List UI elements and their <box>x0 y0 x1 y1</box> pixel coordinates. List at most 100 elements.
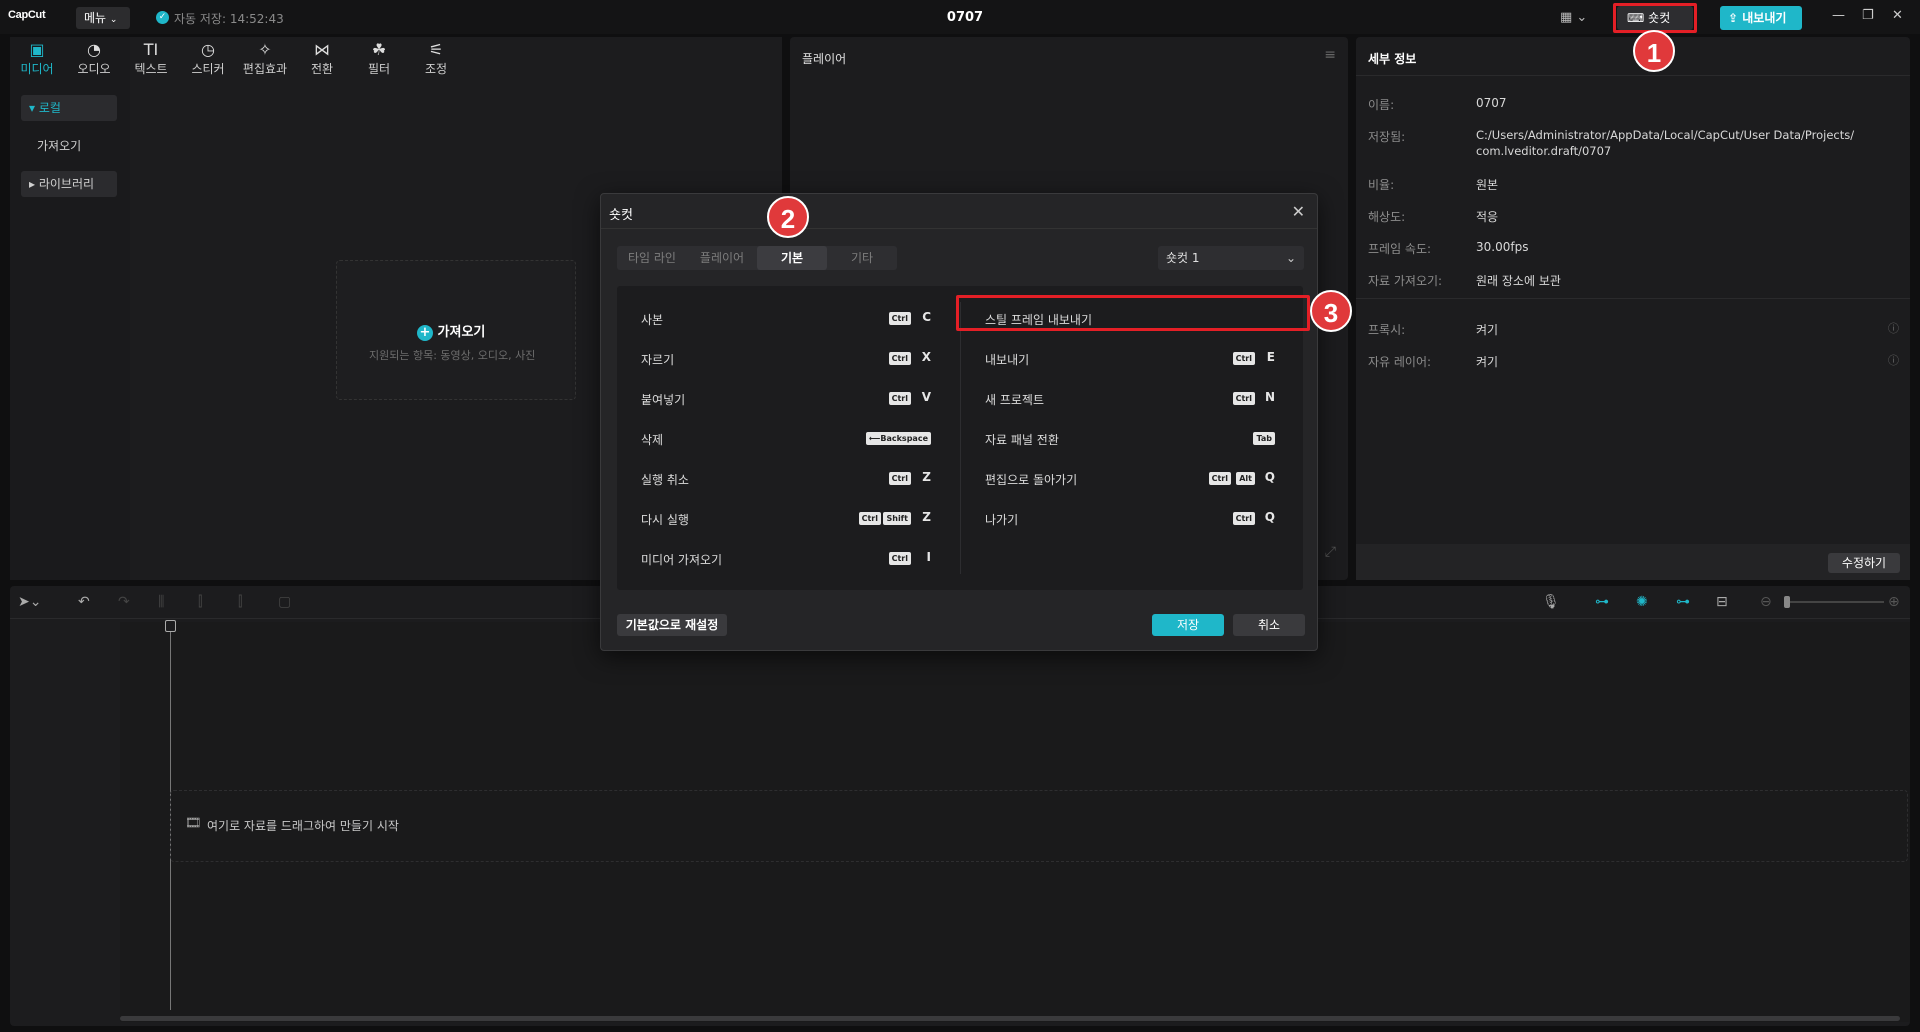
shortcut-name: 새 프로젝트 <box>985 393 1045 407</box>
player-menu-icon[interactable]: ≡ <box>1324 47 1336 63</box>
shortcut-row[interactable]: 새 프로젝트 N Ctrl <box>985 388 1275 408</box>
import-label: 가져오기 <box>437 325 486 340</box>
sidebar-item-local[interactable]: ▾ 로컬 <box>21 95 117 121</box>
timeline-scrollbar[interactable] <box>120 1016 1900 1021</box>
minimize-icon[interactable]: — <box>1832 8 1845 23</box>
text-icon: TI <box>143 40 159 59</box>
detail-freelayer-value: 켜기 <box>1476 355 1499 369</box>
details-title: 세부 정보 <box>1368 52 1417 66</box>
shortcut-key-letter: I <box>926 550 931 564</box>
microphone-icon[interactable]: 🎙 <box>1542 594 1560 610</box>
tab-media[interactable]: ▣ 미디어 <box>12 40 62 77</box>
snap-icon[interactable]: ⊶ <box>1676 594 1690 610</box>
menu-button[interactable]: 메뉴 ⌄ <box>76 7 130 29</box>
film-icon: 🎞 <box>185 816 202 831</box>
shortcut-key-badge: Ctrl <box>1232 352 1255 365</box>
sidebar-item-import[interactable]: 가져오기 <box>21 133 117 159</box>
shortcut-row[interactable]: 자료 패널 전환 Tab <box>985 428 1275 448</box>
shortcut-tabs: 타임 라인 플레이어 기본 기타 <box>617 246 897 270</box>
shortcut-name: 실행 취소 <box>641 473 689 487</box>
freelayer-info-icon[interactable]: ⓘ <box>1888 352 1899 368</box>
shortcut-key-badge: ⟵Backspace <box>865 432 931 445</box>
detail-proxy-label: 프록시: <box>1368 323 1406 337</box>
modify-button[interactable]: 수정하기 <box>1828 553 1900 573</box>
annotation-box-1 <box>1613 3 1697 33</box>
tab-timeline[interactable]: 타임 라인 <box>617 246 687 270</box>
proxy-info-icon[interactable]: ⓘ <box>1888 320 1899 336</box>
shortcut-row[interactable]: 나가기 Q Ctrl <box>985 508 1275 528</box>
preset-label: 숏컷 1 <box>1166 251 1200 265</box>
close-icon[interactable]: ✕ <box>1892 8 1903 23</box>
shortcut-row[interactable]: 자르기 X Ctrl <box>641 348 931 368</box>
fullscreen-icon[interactable]: ⤢ <box>1325 544 1336 560</box>
detail-name-label: 이름: <box>1368 98 1395 112</box>
preset-select[interactable]: 숏컷 1 ⌄ <box>1158 246 1304 270</box>
save-button[interactable]: 저장 <box>1152 614 1224 636</box>
shortcut-key-letter: C <box>922 310 931 324</box>
shortcut-key-badge: Ctrl <box>888 312 911 325</box>
preview-axis-icon[interactable]: ⊟ <box>1716 594 1728 610</box>
shortcut-row[interactable]: 다시 실행 Z Shift Ctrl <box>641 508 931 528</box>
tab-player[interactable]: 플레이어 <box>687 246 757 270</box>
detail-import-value: 원래 장소에 보관 <box>1476 274 1561 288</box>
magnet-icon[interactable]: ✺ <box>1636 594 1648 610</box>
shortcut-key-badge: Ctrl <box>858 512 881 525</box>
shortcut-row[interactable]: 실행 취소 Z Ctrl <box>641 468 931 488</box>
audio-icon: ◔ <box>87 40 101 59</box>
split-icon[interactable]: ⫼ <box>158 594 164 610</box>
autosave-status: 자동 저장: 14:52:43 <box>174 12 284 26</box>
shortcut-row[interactable]: 삭제 ⟵Backspace <box>641 428 931 448</box>
tab-sticker[interactable]: ◷ 스티커 <box>183 40 233 77</box>
shortcut-key-letter: Q <box>1264 470 1275 484</box>
zoom-out-icon[interactable]: ⊖ <box>1760 594 1772 610</box>
shortcut-row[interactable]: 붙여넣기 V Ctrl <box>641 388 931 408</box>
player-title: 플레이어 <box>802 52 847 66</box>
media-icon: ▣ <box>29 40 45 59</box>
shortcut-name: 나가기 <box>985 513 1019 527</box>
select-tool-icon[interactable]: ➤⌄ <box>18 594 41 610</box>
export-button[interactable]: ⇪ 내보내기 <box>1720 6 1802 30</box>
timeline-dropzone[interactable]: 🎞 여기로 자료를 드래그하여 만들기 시작 <box>170 790 1908 862</box>
link-icon[interactable]: ⊶ <box>1595 594 1609 610</box>
tab-text[interactable]: TI 텍스트 <box>126 40 176 77</box>
effects-icon: ✧ <box>258 40 272 59</box>
import-label-row[interactable]: + 가져오기 <box>417 321 485 341</box>
tab-effects[interactable]: ✧ 편집효과 <box>240 40 290 77</box>
shortcut-name: 다시 실행 <box>641 513 689 527</box>
split-right-icon[interactable]: ⫿ <box>238 594 242 610</box>
shortcut-key-badge: Alt <box>1236 472 1255 485</box>
shortcut-key-badge: Ctrl <box>888 552 911 565</box>
redo-icon[interactable]: ↷ <box>118 594 130 610</box>
undo-icon[interactable]: ↶ <box>78 594 90 610</box>
sticker-icon: ◷ <box>201 40 215 59</box>
chevron-down-icon: ⌄ <box>1285 251 1296 265</box>
shortcut-row[interactable]: 사본 C Ctrl <box>641 308 931 328</box>
zoom-slider-handle[interactable] <box>1784 596 1790 608</box>
zoom-slider[interactable] <box>1784 601 1884 603</box>
tab-adjust[interactable]: ⚟ 조정 <box>411 40 461 77</box>
tab-transition[interactable]: ⋈ 전환 <box>297 40 347 77</box>
shortcut-row[interactable]: 내보내기 E Ctrl <box>985 348 1275 368</box>
layout-icon[interactable]: ▦ ⌄ <box>1560 10 1587 25</box>
export-icon: ⇪ <box>1728 11 1739 25</box>
shortcut-name: 사본 <box>641 313 664 327</box>
shortcut-row[interactable]: 편집으로 돌아가기 Q Alt Ctrl <box>985 468 1275 488</box>
annotation-badge-1: 1 <box>1633 30 1675 72</box>
cancel-button[interactable]: 취소 <box>1233 614 1305 636</box>
tab-audio[interactable]: ◔ 오디오 <box>69 40 119 77</box>
shortcut-name: 자르기 <box>641 353 675 367</box>
zoom-in-icon[interactable]: ⊕ <box>1888 594 1900 610</box>
delete-icon[interactable]: ▢ <box>278 594 291 610</box>
tab-filter[interactable]: ☘ 필터 <box>354 40 404 77</box>
import-dropzone[interactable]: + 가져오기 지원되는 항목: 동영상, 오디오, 사진 <box>336 260 576 400</box>
reset-defaults-button[interactable]: 기본값으로 재설정 <box>617 614 727 636</box>
sidebar-item-library[interactable]: ▸ 라이브러리 <box>21 171 117 197</box>
restore-icon[interactable]: ❐ <box>1862 8 1874 23</box>
shortcut-key-badge: Ctrl <box>1232 512 1255 525</box>
close-icon[interactable]: ✕ <box>1292 202 1305 221</box>
tab-basic[interactable]: 기본 <box>757 246 827 270</box>
split-left-icon[interactable]: ⫿ <box>198 594 202 610</box>
shortcut-row[interactable]: 미디어 가져오기 I Ctrl <box>641 548 931 568</box>
tab-other[interactable]: 기타 <box>827 246 897 270</box>
shortcut-key-badge: Ctrl <box>888 392 911 405</box>
